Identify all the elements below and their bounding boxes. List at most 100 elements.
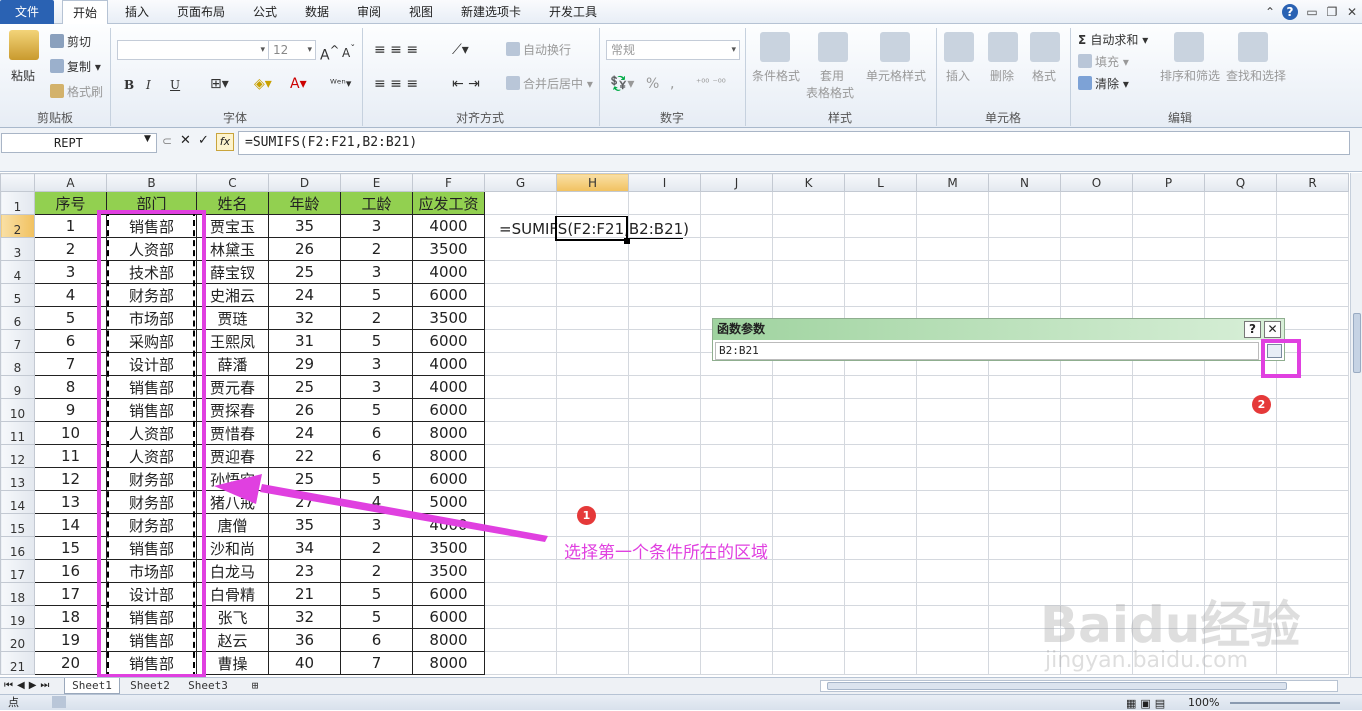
empty-cell[interactable] xyxy=(844,214,917,238)
table-cell[interactable]: 贾惜春 xyxy=(196,421,269,445)
table-format-button-1[interactable]: 套用 xyxy=(820,68,844,84)
header-cell[interactable]: 应发工资 xyxy=(412,191,485,215)
table-cell[interactable]: 6 xyxy=(340,628,413,652)
row-header[interactable]: 16 xyxy=(0,536,35,560)
empty-cell[interactable] xyxy=(916,467,989,491)
empty-cell[interactable] xyxy=(556,467,629,491)
dialog-range-input[interactable]: B2:B21 xyxy=(715,342,1259,360)
empty-cell[interactable] xyxy=(988,559,1061,583)
table-cell[interactable]: 16 xyxy=(34,559,107,583)
table-format-icon[interactable] xyxy=(818,32,848,62)
empty-cell[interactable] xyxy=(772,375,845,399)
empty-cell[interactable] xyxy=(916,237,989,261)
dialog-title[interactable]: 函数参数 xyxy=(713,319,1284,340)
empty-cell[interactable] xyxy=(772,444,845,468)
tab-view[interactable]: 视图 xyxy=(400,0,442,24)
format-cells-icon[interactable] xyxy=(1030,32,1060,62)
empty-cell[interactable] xyxy=(700,375,773,399)
empty-cell[interactable] xyxy=(556,306,629,330)
empty-cell[interactable] xyxy=(844,421,917,445)
empty-cell[interactable] xyxy=(1276,306,1349,330)
autosum-button[interactable]: Σ 自动求和 ▾ xyxy=(1078,32,1148,48)
sheet-nav-icon[interactable]: ⏮◀▶⏭ xyxy=(4,678,53,694)
empty-cell[interactable] xyxy=(1204,260,1277,284)
tab-page-layout[interactable]: 页面布局 xyxy=(166,0,236,24)
empty-cell[interactable] xyxy=(628,260,701,284)
table-cell[interactable]: 6000 xyxy=(412,398,485,422)
table-cell[interactable]: 24 xyxy=(268,421,341,445)
column-header[interactable]: A xyxy=(34,173,107,192)
fill-handle[interactable] xyxy=(624,238,630,244)
table-cell[interactable]: 贾探春 xyxy=(196,398,269,422)
table-cell[interactable]: 5 xyxy=(340,582,413,606)
empty-cell[interactable] xyxy=(844,191,917,215)
empty-cell[interactable] xyxy=(484,283,557,307)
restore-icon[interactable]: ❐ xyxy=(1324,4,1340,20)
empty-cell[interactable] xyxy=(700,398,773,422)
table-cell[interactable]: 13 xyxy=(34,490,107,514)
bold-button[interactable]: B xyxy=(124,77,134,93)
paste-icon[interactable] xyxy=(9,30,39,60)
table-cell[interactable]: 40 xyxy=(268,651,341,675)
tab-insert[interactable]: 插入 xyxy=(116,0,158,24)
table-cell[interactable]: 8 xyxy=(34,375,107,399)
empty-cell[interactable] xyxy=(700,421,773,445)
empty-cell[interactable] xyxy=(772,651,845,675)
empty-cell[interactable] xyxy=(1132,191,1205,215)
shrink-font-icon[interactable]: Aˇ xyxy=(342,42,355,61)
empty-cell[interactable] xyxy=(772,490,845,514)
name-box-dropdown-icon[interactable]: ▼ xyxy=(144,134,151,144)
empty-cell[interactable] xyxy=(1276,191,1349,215)
fill-button[interactable]: 填充 ▾ xyxy=(1078,54,1129,70)
table-cell[interactable]: 薛潘 xyxy=(196,352,269,376)
empty-cell[interactable] xyxy=(844,398,917,422)
column-header[interactable]: K xyxy=(772,173,845,192)
sort-filter-button[interactable]: 排序和筛选 xyxy=(1160,68,1220,84)
table-cell[interactable]: 8000 xyxy=(412,651,485,675)
table-cell[interactable]: 19 xyxy=(34,628,107,652)
sort-filter-icon[interactable] xyxy=(1174,32,1204,62)
empty-cell[interactable] xyxy=(556,191,629,215)
ribbon-collapse-icon[interactable]: ⌃ xyxy=(1262,4,1278,20)
empty-cell[interactable] xyxy=(484,651,557,675)
close-icon[interactable]: ✕ xyxy=(1344,4,1360,20)
empty-cell[interactable] xyxy=(772,605,845,629)
row-header[interactable]: 20 xyxy=(0,628,35,652)
empty-cell[interactable] xyxy=(700,191,773,215)
empty-cell[interactable] xyxy=(772,536,845,560)
empty-cell[interactable] xyxy=(628,651,701,675)
empty-cell[interactable] xyxy=(772,467,845,491)
delete-cells-icon[interactable] xyxy=(988,32,1018,62)
table-cell[interactable]: 26 xyxy=(268,237,341,261)
empty-cell[interactable] xyxy=(1060,421,1133,445)
empty-cell[interactable] xyxy=(1060,467,1133,491)
table-cell[interactable]: 5 xyxy=(340,283,413,307)
table-cell[interactable]: 6 xyxy=(340,421,413,445)
empty-cell[interactable] xyxy=(556,329,629,353)
column-header[interactable]: D xyxy=(268,173,341,192)
empty-cell[interactable] xyxy=(700,628,773,652)
empty-cell[interactable] xyxy=(1276,421,1349,445)
insert-function-button[interactable]: fx xyxy=(216,133,234,151)
table-cell[interactable]: 32 xyxy=(268,605,341,629)
empty-cell[interactable] xyxy=(988,398,1061,422)
table-cell[interactable]: 白龙马 xyxy=(196,559,269,583)
empty-cell[interactable] xyxy=(1132,283,1205,307)
tab-data[interactable]: 数据 xyxy=(296,0,338,24)
tab-developer[interactable]: 开发工具 xyxy=(540,0,606,24)
empty-cell[interactable] xyxy=(1204,513,1277,537)
italic-button[interactable]: I xyxy=(146,77,151,93)
empty-cell[interactable] xyxy=(988,421,1061,445)
row-header[interactable]: 10 xyxy=(0,398,35,422)
empty-cell[interactable] xyxy=(1276,559,1349,583)
macro-record-icon[interactable] xyxy=(52,696,66,708)
table-cell[interactable]: 11 xyxy=(34,444,107,468)
header-cell[interactable]: 序号 xyxy=(34,191,107,215)
row-header[interactable]: 1 xyxy=(0,191,35,215)
find-select-button[interactable]: 查找和选择 xyxy=(1226,68,1286,84)
column-header[interactable]: F xyxy=(412,173,485,192)
sheet-tab-2[interactable]: Sheet2 xyxy=(122,678,178,694)
empty-cell[interactable] xyxy=(556,582,629,606)
empty-cell[interactable] xyxy=(988,444,1061,468)
empty-cell[interactable] xyxy=(1276,398,1349,422)
